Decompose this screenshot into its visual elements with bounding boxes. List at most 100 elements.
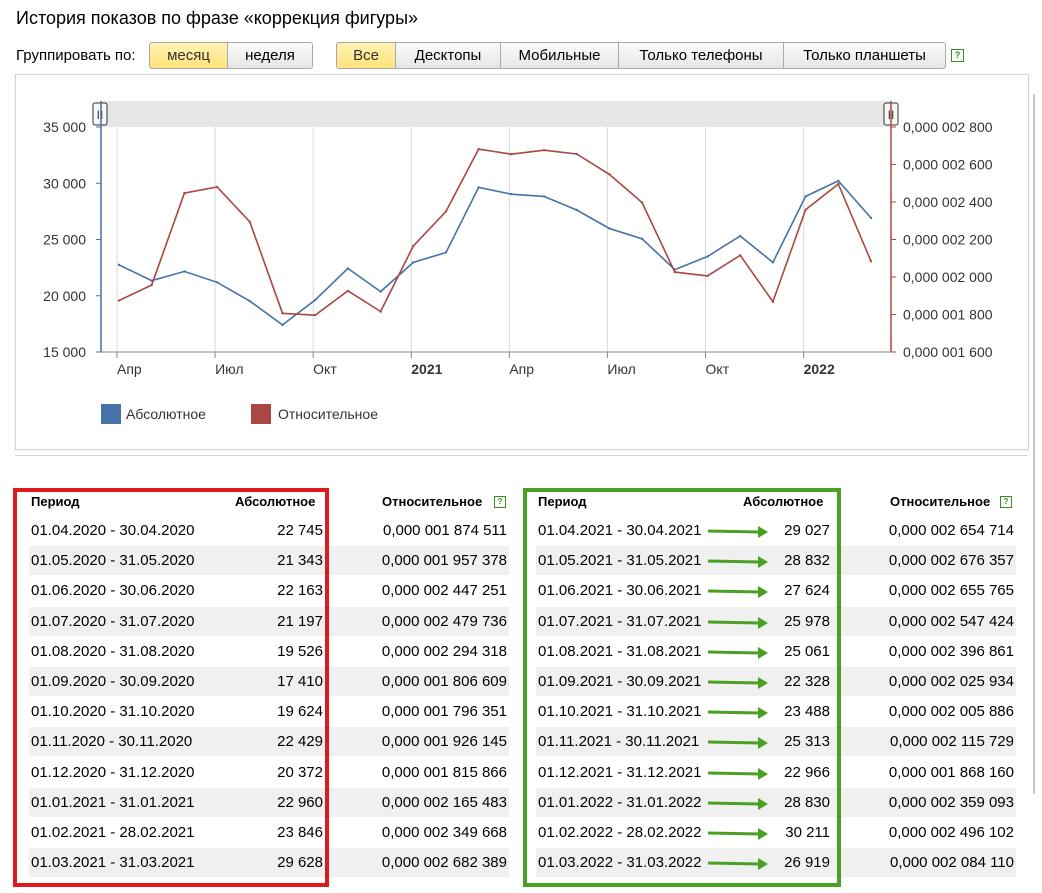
- x-tick-label: 2021: [411, 361, 442, 377]
- legend-swatch-relative: [251, 404, 271, 424]
- series-point-absolute: [771, 261, 775, 264]
- series-point-absolute: [640, 237, 644, 241]
- series-point-relative: [673, 270, 677, 274]
- x-tick-label: 2022: [804, 361, 835, 377]
- history-chart: II II Апр Июл Окт 2021 Апр Июл Окт 2022 35 000 30…: [43, 101, 993, 424]
- series-point-absolute: [608, 227, 611, 230]
- tab-mobile[interactable]: Мобильные: [500, 42, 619, 69]
- help-icon[interactable]: ?: [1000, 496, 1012, 508]
- cell-relative: 0,000 002 084 110: [889, 854, 1014, 871]
- y-right-tick-label: 0,000 002 200: [903, 232, 993, 248]
- y-right-tick-label: 0,000 001 800: [903, 307, 993, 323]
- help-icon[interactable]: ?: [951, 49, 964, 62]
- series-point-absolute: [739, 234, 742, 238]
- series-point-absolute: [281, 323, 284, 327]
- header-relative[interactable]: Относительное: [382, 494, 482, 514]
- cell-relative: 0,000 002 655 765: [888, 582, 1014, 599]
- cell-relative: 0,000 002 447 251: [381, 582, 507, 599]
- series-point-relative: [542, 148, 546, 152]
- series-point-absolute: [869, 216, 873, 220]
- navigator-left-handle-glyph: II: [97, 108, 104, 122]
- series-point-absolute: [183, 270, 186, 273]
- series-point-relative: [640, 201, 644, 204]
- series-point-relative: [608, 173, 611, 176]
- cell-relative: 0,000 001 815 866: [381, 764, 507, 781]
- series-point-relative: [346, 289, 350, 293]
- legend-label-absolute: Абсолютное: [126, 406, 206, 422]
- y-right-tick-label: 0,000 002 800: [903, 119, 993, 135]
- range-navigator: II II: [92, 101, 899, 127]
- x-tick-label: Окт: [706, 361, 730, 377]
- series-point-relative: [248, 220, 251, 224]
- series-point-relative: [150, 283, 153, 287]
- page-scrollbar[interactable]: [1033, 94, 1035, 794]
- series-point-relative: [771, 300, 775, 303]
- help-icon[interactable]: ?: [494, 496, 506, 508]
- group-by-label: Группировать по:: [16, 47, 136, 64]
- cell-relative: 0,000 002 005 886: [888, 703, 1014, 720]
- cell-relative: 0,000 001 868 160: [888, 764, 1014, 781]
- series-point-absolute: [117, 263, 121, 267]
- series-point-relative: [117, 299, 121, 302]
- cell-relative: 0,000 002 547 424: [888, 613, 1014, 630]
- series-point-absolute: [804, 195, 807, 198]
- series-point-absolute: [837, 179, 840, 183]
- cell-relative: 0,000 002 359 093: [888, 794, 1014, 811]
- series-point-absolute: [575, 208, 578, 212]
- series-point-absolute: [379, 290, 382, 293]
- highlight-frame-green: [523, 488, 841, 887]
- tab-phones-only[interactable]: Только телефоны: [618, 42, 784, 69]
- page-title: История показов по фразе «коррекция фигу…: [16, 8, 419, 28]
- device-tabs: Все Десктопы Мобильные Только телефоны Т…: [336, 42, 946, 69]
- navigator-track: [101, 101, 891, 127]
- group-by-month-button[interactable]: месяц: [149, 42, 228, 69]
- series-point-absolute: [477, 186, 480, 189]
- series-point-relative: [183, 191, 186, 195]
- chart-grid: [116, 127, 805, 352]
- x-tick-label: Июл: [215, 361, 243, 377]
- cell-relative: 0,000 002 294 318: [381, 643, 507, 660]
- y-left-tick-label: 20 000: [43, 288, 86, 304]
- cell-relative: 0,000 001 874 511: [382, 522, 507, 539]
- series-point-relative: [281, 312, 284, 315]
- series-point-absolute: [510, 192, 513, 196]
- cell-relative: 0,000 001 806 609: [381, 673, 507, 690]
- cell-relative: 0,000 001 957 378: [381, 552, 507, 569]
- tab-desktops[interactable]: Десктопы: [395, 42, 501, 69]
- y-left-tick-label: 15 000: [43, 344, 86, 360]
- group-by-week-button[interactable]: неделя: [227, 42, 313, 69]
- cell-relative: 0,000 002 676 357: [888, 552, 1014, 569]
- series-point-absolute: [215, 281, 219, 284]
- y-right-tick-label: 0,000 002 400: [903, 194, 993, 210]
- series-point-absolute: [412, 261, 415, 264]
- series-point-absolute: [444, 251, 448, 254]
- series-point-relative: [444, 210, 448, 213]
- cell-relative: 0,000 002 349 668: [381, 824, 507, 841]
- series-point-relative: [379, 310, 382, 313]
- cell-relative: 0,000 002 496 102: [888, 824, 1014, 841]
- tab-tablets-only[interactable]: Только планшеты: [783, 42, 946, 69]
- chart-legend: Абсолютное Относительное: [101, 404, 378, 424]
- y-right-tick-label: 0,000 002 600: [903, 157, 993, 173]
- series-point-relative: [575, 152, 578, 156]
- cell-relative: 0,000 002 165 483: [381, 794, 507, 811]
- series-point-relative: [412, 244, 415, 248]
- series-point-relative: [313, 313, 317, 317]
- series-point-relative: [706, 274, 709, 278]
- legend-swatch-absolute: [101, 404, 121, 424]
- series-point-relative: [739, 254, 742, 257]
- y-right-tick-label: 0,000 001 600: [903, 344, 993, 360]
- x-tick-label: Июл: [607, 361, 635, 377]
- cell-relative: 0,000 002 682 389: [381, 854, 507, 871]
- header-relative[interactable]: Относительное: [890, 494, 990, 514]
- series-point-relative: [869, 260, 873, 263]
- navigator-left-handle[interactable]: II: [92, 102, 108, 126]
- group-by-toggle: месяц неделя: [149, 42, 313, 69]
- cell-relative: 0,000 002 115 729: [889, 733, 1014, 750]
- series-point-absolute: [346, 267, 350, 270]
- y-right-tick-label: 0,000 002 000: [903, 269, 993, 285]
- y-left-tick-label: 25 000: [43, 232, 86, 248]
- tab-all[interactable]: Все: [336, 42, 396, 69]
- chart-panel: II II Апр Июл Окт 2021 Апр Июл Окт 2022 35 000 30…: [15, 74, 1029, 450]
- series-point-absolute: [542, 195, 546, 198]
